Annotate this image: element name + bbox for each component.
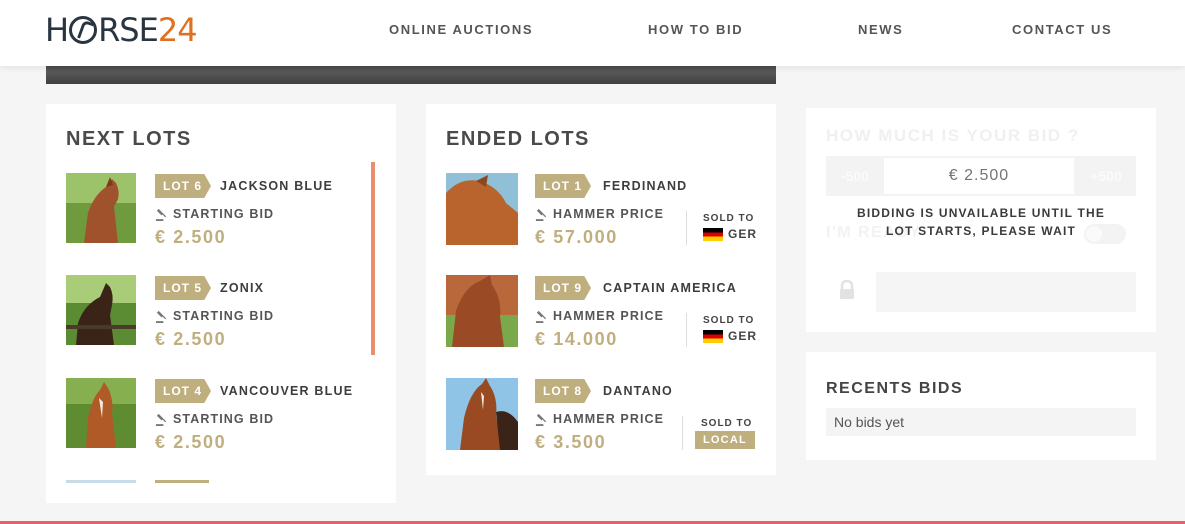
nav-how-to-bid[interactable]: HOW TO BID xyxy=(648,22,743,37)
horse-photo-icon xyxy=(66,378,136,448)
starting-bid-value: € 2.500 xyxy=(155,432,227,452)
horse-thumbnail[interactable] xyxy=(446,173,518,245)
site-header: H RSE 24 ONLINE AUCTIONS HOW TO BID NEWS… xyxy=(0,0,1185,66)
logo-text-h: H xyxy=(45,11,69,49)
horse-thumbnail[interactable] xyxy=(66,378,136,448)
recent-bids-title: RECENTS BIDS xyxy=(826,380,964,397)
lot-horse-name[interactable]: DANTANO xyxy=(603,384,673,398)
hammer-price-label: HAMMER PRICE xyxy=(535,309,664,323)
gavel-icon xyxy=(535,208,547,221)
horse-photo-icon xyxy=(446,173,518,245)
lot-number-badge: LOT 5 xyxy=(155,276,211,300)
bid-amount-stepper: -500 +500 xyxy=(826,156,1136,196)
lot-horse-name[interactable]: CAPTAIN AMERICA xyxy=(603,281,737,295)
ended-lots-title: ENDED LOTS xyxy=(446,128,590,150)
gavel-icon xyxy=(535,413,547,426)
germany-flag-icon xyxy=(703,329,723,343)
lot-number-badge: LOT 9 xyxy=(535,276,591,300)
sold-to-block: SOLD TO GER xyxy=(686,211,757,245)
horse-photo-icon xyxy=(66,275,136,345)
lots-scrollbar[interactable] xyxy=(371,162,375,355)
horse-photo-icon xyxy=(66,173,136,243)
gavel-icon xyxy=(535,310,547,323)
horse-head-logo-icon xyxy=(69,16,98,44)
gavel-icon xyxy=(155,413,167,426)
next-lots-title: NEXT LOTS xyxy=(66,128,192,150)
nav-online-auctions[interactable]: ONLINE AUCTIONS xyxy=(389,22,533,37)
lock-icon xyxy=(840,280,854,299)
ended-lot-item[interactable]: LOT 1 FERDINAND HAMMER PRICE € 57.000 SO… xyxy=(446,173,786,248)
increase-bid-button[interactable]: +500 xyxy=(1076,156,1136,196)
lot-number-badge: LOT 6 xyxy=(155,174,211,198)
germany-flag-icon xyxy=(703,227,723,241)
lot-horse-name[interactable]: VANCOUVER BLUE xyxy=(220,384,353,398)
nav-news[interactable]: NEWS xyxy=(858,22,903,37)
horse-photo-icon xyxy=(446,275,518,347)
hammer-price-label: HAMMER PRICE xyxy=(535,412,664,426)
hammer-price-value: € 3.500 xyxy=(535,432,607,452)
lot-number-badge-partial xyxy=(155,480,209,483)
no-bids-message: No bids yet xyxy=(826,408,1136,436)
horse-photo-icon xyxy=(446,378,518,450)
sold-to-local-badge: LOCAL xyxy=(695,431,755,449)
sold-to-label: SOLD TO xyxy=(701,418,753,429)
bid-amount-input[interactable] xyxy=(884,158,1074,194)
gavel-icon xyxy=(155,208,167,221)
ended-lot-item[interactable]: LOT 8 DANTANO HAMMER PRICE € 3.500 SOLD … xyxy=(446,378,786,453)
next-lots-card: NEXT LOTS LOT 6 JACKSON BLUE STARTING BI… xyxy=(46,104,396,503)
horse-thumbnail[interactable] xyxy=(446,378,518,450)
sold-to-label: SOLD TO xyxy=(703,213,755,224)
horse24-logo[interactable]: H RSE 24 xyxy=(45,11,198,49)
lot-number-badge: LOT 4 xyxy=(155,379,211,403)
lot-number-badge: LOT 8 xyxy=(535,379,591,403)
sold-to-block: SOLD TO LOCAL xyxy=(682,416,755,450)
nav-contact-us[interactable]: CONTACT US xyxy=(1012,22,1112,37)
horse-thumbnail-partial xyxy=(66,480,136,483)
starting-bid-label: STARTING BID xyxy=(155,309,274,323)
lot-number-badge: LOT 1 xyxy=(535,174,591,198)
bid-panel-title: HOW MUCH IS YOUR BID ? xyxy=(826,126,1080,145)
starting-bid-value: € 2.500 xyxy=(155,329,227,349)
gavel-icon xyxy=(155,310,167,323)
decrease-bid-button[interactable]: -500 xyxy=(826,156,884,196)
hammer-price-value: € 14.000 xyxy=(535,329,618,349)
lot-horse-name[interactable]: ZONIX xyxy=(220,281,264,295)
bidding-unavailable-message: BIDDING IS UNVAILABLE UNTIL THE LOT STAR… xyxy=(856,206,1106,238)
hammer-price-label: HAMMER PRICE xyxy=(535,207,664,221)
horse-thumbnail[interactable] xyxy=(446,275,518,347)
starting-bid-value: € 2.500 xyxy=(155,227,227,247)
sold-to-block: SOLD TO GER xyxy=(686,313,757,347)
confirm-bid-button[interactable]: CONFIRM BID xyxy=(876,272,1136,312)
horse-thumbnail[interactable] xyxy=(66,173,136,243)
starting-bid-label: STARTING BID xyxy=(155,412,274,426)
next-lot-item[interactable]: LOT 5 ZONIX STARTING BID € 2.500 xyxy=(66,275,396,350)
logo-text-24: 24 xyxy=(157,11,198,49)
logo-text-rse: RSE xyxy=(98,11,159,49)
recent-bids-card: RECENTS BIDS No bids yet xyxy=(806,352,1156,460)
lot-horse-name[interactable]: FERDINAND xyxy=(603,179,687,193)
ended-lots-card: ENDED LOTS LOT 1 FERDINAND HAMMER PRICE … xyxy=(426,104,776,475)
starting-bid-label: STARTING BID xyxy=(155,207,274,221)
next-lot-item[interactable]: LOT 4 VANCOUVER BLUE STARTING BID € 2.50… xyxy=(66,378,396,453)
bid-panel: HOW MUCH IS YOUR BID ? -500 +500 I'M REA… xyxy=(806,108,1156,332)
sold-to-country: GER xyxy=(703,227,757,241)
hammer-price-value: € 57.000 xyxy=(535,227,618,247)
ended-lot-item[interactable]: LOT 9 CAPTAIN AMERICA HAMMER PRICE € 14.… xyxy=(446,275,786,350)
horse-thumbnail[interactable] xyxy=(66,275,136,345)
lot-horse-name[interactable]: JACKSON BLUE xyxy=(220,179,333,193)
sold-to-country: GER xyxy=(703,329,757,343)
sold-to-label: SOLD TO xyxy=(703,315,755,326)
next-lot-item[interactable]: LOT 6 JACKSON BLUE STARTING BID € 2.500 xyxy=(66,173,396,248)
